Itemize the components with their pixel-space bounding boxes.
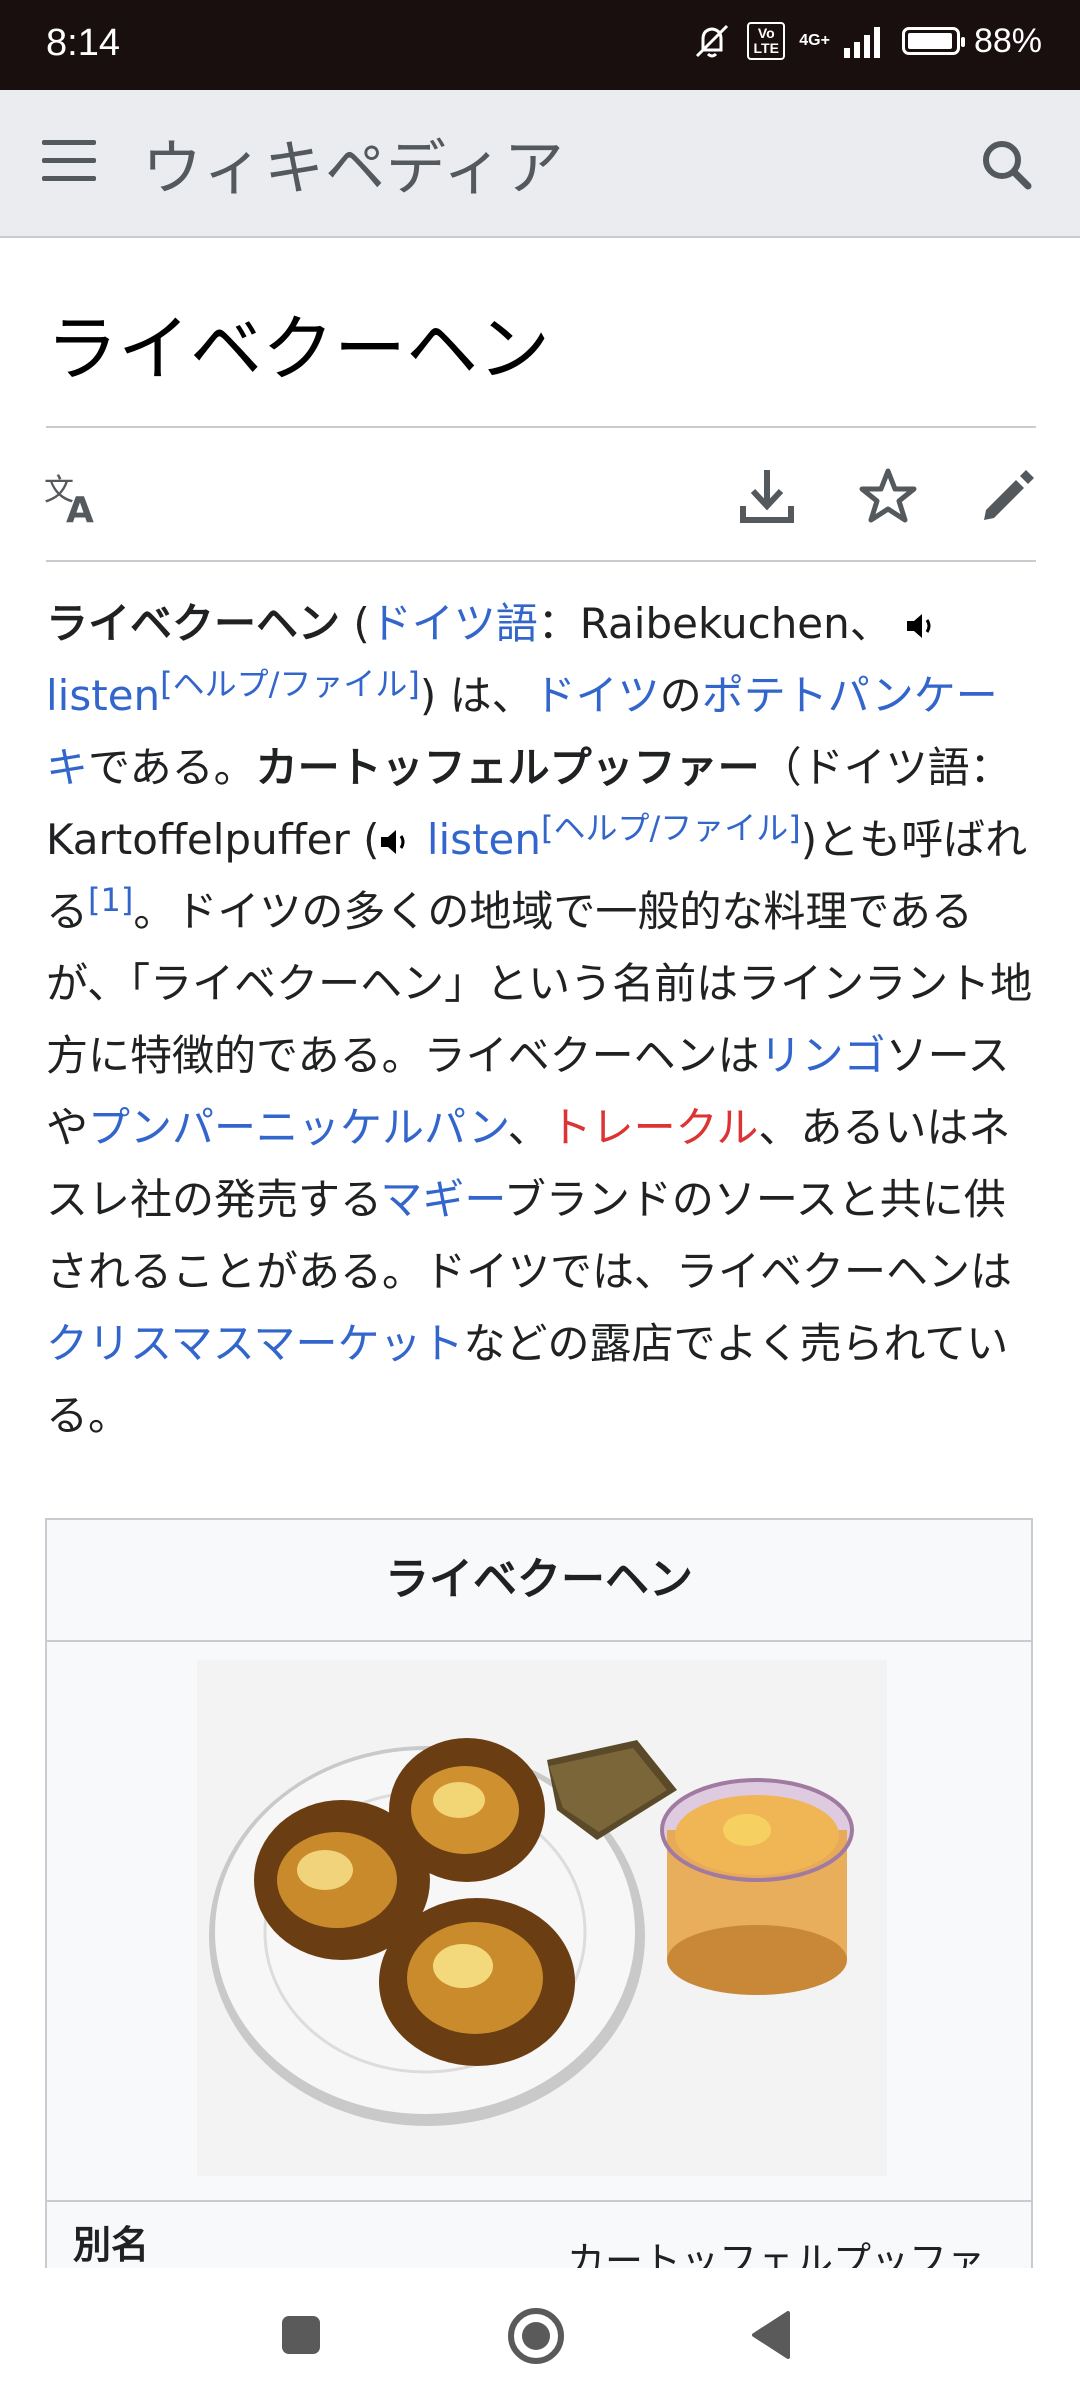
volte-icon: Vo LTE xyxy=(747,22,786,60)
page-title: ライベクーヘン xyxy=(46,307,551,391)
download-button[interactable] xyxy=(738,466,796,530)
listen-link[interactable]: listen xyxy=(46,671,160,720)
speaker-icon[interactable] xyxy=(379,827,413,857)
listen-link[interactable]: listen xyxy=(427,815,541,864)
pencil-icon xyxy=(984,470,1034,520)
text-run: ( xyxy=(340,599,370,648)
help-file-link[interactable]: [ヘルプ/ファイル] xyxy=(160,665,420,703)
network-type-label: 4G+ xyxy=(799,32,830,49)
infobox-title: ライベクーヘン xyxy=(47,1520,1031,1642)
menu-icon-bar xyxy=(42,140,96,145)
lead-term: ライベクーヘン xyxy=(46,599,341,648)
star-icon xyxy=(859,468,917,523)
translate-icon: 文 A xyxy=(44,473,94,531)
status-bar: 8:14 Vo LTE 4G+ 88% xyxy=(0,0,1080,90)
food-photo-image xyxy=(197,1660,887,2176)
reference-link[interactable]: [1] xyxy=(88,881,133,919)
link-germany[interactable]: ドイツ xyxy=(534,671,660,720)
status-time: 8:14 xyxy=(46,22,120,64)
food-photo[interactable] xyxy=(197,1660,887,2176)
text-run: ：Raibekuchen、 xyxy=(537,599,892,648)
mute-bell-icon xyxy=(696,24,729,58)
alias-label: 別名 xyxy=(73,2223,150,2267)
title-divider xyxy=(46,426,1036,428)
article-body: ライベクーヘン (ドイツ語：Raibekuchen、 listen[ヘルプ/ファ… xyxy=(46,588,1036,1452)
menu-icon-bar xyxy=(42,176,96,181)
svg-text:A: A xyxy=(66,490,94,526)
system-nav-bar xyxy=(0,2268,1080,2400)
toolbar-divider xyxy=(46,560,1036,562)
alt-term: カートッフェルプッファー xyxy=(255,743,760,792)
link-treacle-redlink[interactable]: トレークル xyxy=(550,1103,759,1152)
speaker-icon[interactable] xyxy=(905,611,939,641)
link-pumpernickel[interactable]: プンパーニッケルパン xyxy=(88,1103,508,1152)
infobox: ライベクーヘン 別名 カートッフェルプッファ xyxy=(45,1518,1033,2283)
download-icon xyxy=(740,470,794,523)
text-run: の xyxy=(659,671,702,720)
home-button[interactable] xyxy=(506,2306,566,2370)
search-button[interactable] xyxy=(972,130,1042,200)
help-file-link[interactable]: [ヘルプ/ファイル] xyxy=(541,809,801,847)
home-circle-icon xyxy=(508,2308,564,2364)
wikipedia-wordmark[interactable]: ウィキペディア xyxy=(142,120,565,207)
link-apple[interactable]: リンゴ xyxy=(760,1031,886,1080)
square-icon xyxy=(282,2316,320,2354)
language-button[interactable]: 文 A xyxy=(44,470,104,531)
status-icons: Vo LTE 4G+ 88% xyxy=(691,20,1042,62)
back-triangle-icon xyxy=(752,2311,790,2359)
watch-star-button[interactable] xyxy=(858,466,918,530)
text-run: 、 xyxy=(507,1103,550,1152)
app-header: ウィキペディア xyxy=(0,90,1080,238)
text-run: ) は、 xyxy=(419,671,534,720)
signal-icon xyxy=(843,27,880,58)
menu-icon-bar xyxy=(42,158,96,163)
link-maggi[interactable]: マギー xyxy=(380,1175,503,1224)
menu-button[interactable] xyxy=(42,140,96,186)
battery-icon xyxy=(901,27,965,55)
recents-button[interactable] xyxy=(278,2312,324,2362)
battery-level: 88% xyxy=(973,21,1042,60)
search-icon xyxy=(983,141,1032,190)
edit-button[interactable] xyxy=(978,466,1038,530)
link-christmas-market[interactable]: クリスマスマーケット xyxy=(46,1319,463,1368)
text-run: である。 xyxy=(88,743,256,792)
back-button[interactable] xyxy=(748,2310,794,2364)
link-german-language[interactable]: ドイツ語 xyxy=(370,599,538,648)
